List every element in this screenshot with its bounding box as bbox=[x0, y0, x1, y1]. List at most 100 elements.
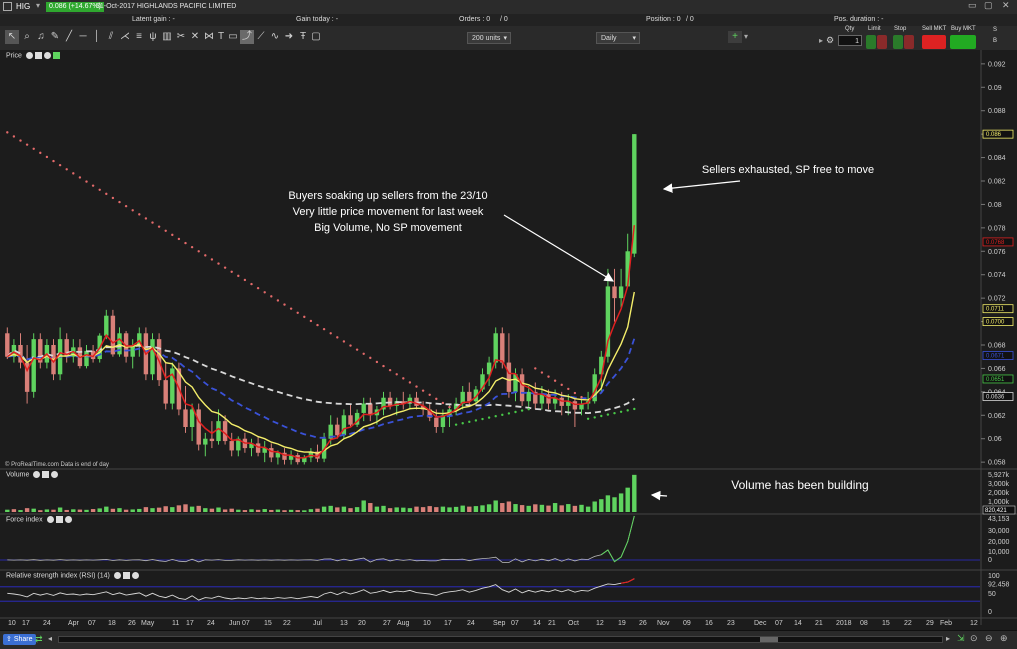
maximize-icon[interactable]: ▢ bbox=[984, 0, 993, 11]
vline-icon[interactable]: │ bbox=[90, 30, 104, 44]
symbol-icon[interactable] bbox=[3, 2, 12, 11]
limit-sell-button[interactable] bbox=[877, 35, 887, 49]
volume-badge-label: 820,421 bbox=[985, 508, 1007, 514]
pencil-icon[interactable]: ✎ bbox=[48, 30, 62, 44]
price-badge-label: 0.0711 bbox=[986, 307, 1005, 313]
chart-svg[interactable]: 0.092 0.09 0.088 0.086 0.084 0.082 0.08 0.078 0.… bbox=[0, 50, 1017, 630]
zoom-out-icon[interactable]: ⊖ bbox=[985, 633, 993, 644]
zoom-reset-icon[interactable]: ⊙ bbox=[970, 633, 978, 644]
units-select[interactable]: 200 units ▾ bbox=[467, 32, 511, 44]
panel-maximize-icon[interactable] bbox=[34, 52, 42, 59]
scroll-right-icon[interactable]: ▸ bbox=[946, 634, 950, 643]
sar-dot bbox=[619, 410, 623, 413]
channel-icon[interactable]: ⫽ bbox=[104, 30, 118, 44]
scrollbar-thumb[interactable] bbox=[760, 637, 778, 642]
wave-icon[interactable]: ∿ bbox=[268, 30, 282, 44]
rsi-tick-label: 50 bbox=[988, 591, 996, 598]
dropdown-icon[interactable]: ▾ bbox=[36, 1, 40, 10]
volume-bar bbox=[552, 503, 558, 512]
settings-icon[interactable] bbox=[25, 52, 33, 59]
volume-panel-label[interactable]: Volume bbox=[4, 471, 61, 479]
volume-bar bbox=[513, 504, 518, 512]
qty-label: Qty bbox=[845, 26, 855, 32]
side-s-toggle[interactable]: S bbox=[985, 27, 997, 33]
indicator-dropdown-icon[interactable]: ▾ bbox=[744, 32, 748, 41]
volume-bar bbox=[262, 509, 267, 512]
rsi-panel-label[interactable]: Relative strength index (RSI) (14) bbox=[4, 572, 141, 580]
buy-market-button[interactable] bbox=[950, 35, 976, 49]
sar-dot bbox=[600, 414, 603, 418]
zoom-icon[interactable]: ⌕ bbox=[20, 30, 34, 44]
position-count[interactable]: / 0 bbox=[686, 16, 694, 23]
side-b-toggle[interactable]: B bbox=[985, 38, 997, 44]
panel-close-icon[interactable] bbox=[131, 572, 139, 579]
price-tick-label: 0.09 bbox=[988, 85, 1002, 92]
wrench-icon[interactable]: ⚙ bbox=[826, 35, 834, 46]
arrow-right-icon[interactable]: ➜ bbox=[282, 30, 296, 44]
fan-icon[interactable]: ⋌ bbox=[118, 30, 132, 44]
comment-icon[interactable]: ▢ bbox=[309, 30, 323, 44]
qty-input[interactable]: 1 bbox=[838, 35, 862, 46]
settings-icon[interactable] bbox=[113, 572, 121, 579]
symbol-label[interactable]: HIG bbox=[16, 2, 30, 11]
force-index-line bbox=[7, 515, 635, 563]
volume-bar bbox=[625, 487, 630, 512]
trendline-icon[interactable]: ╱ bbox=[62, 30, 76, 44]
scroll-left-icon[interactable]: ◂ bbox=[48, 634, 52, 643]
minimize-icon[interactable]: ▭ bbox=[968, 0, 977, 11]
sar-dot bbox=[428, 393, 431, 396]
add-indicator-small-icon[interactable] bbox=[52, 52, 60, 59]
pattern-icon[interactable]: ⤴ bbox=[240, 30, 254, 44]
close-icon[interactable]: ✕ bbox=[1002, 0, 1010, 11]
cursor-icon[interactable]: ↖ bbox=[5, 30, 19, 44]
arrow-line-icon[interactable]: ⟋ bbox=[254, 30, 268, 44]
panel-close-icon[interactable] bbox=[43, 52, 51, 59]
volume-bar bbox=[526, 505, 531, 512]
buyers-annotation-line-3: Big Volume, No SP movement bbox=[314, 222, 462, 234]
hline-icon[interactable]: ─ bbox=[76, 30, 90, 44]
cross-icon[interactable]: ✕ bbox=[188, 30, 202, 44]
tools-icon[interactable]: ✂ bbox=[174, 30, 188, 44]
sync-icon[interactable]: ⇄ bbox=[35, 634, 43, 645]
bell-icon[interactable]: ♫ bbox=[34, 30, 48, 44]
rectangle-icon[interactable]: ▭ bbox=[226, 30, 240, 44]
chart-area[interactable]: 0.092 0.09 0.088 0.086 0.084 0.082 0.08 0.078 0.… bbox=[0, 50, 1017, 630]
credit-label: © ProRealTime.com Data is end of day bbox=[3, 462, 111, 468]
pitchfork-icon[interactable]: ψ bbox=[146, 30, 160, 44]
panel-close-icon[interactable] bbox=[64, 516, 72, 523]
settings-icon[interactable] bbox=[46, 516, 54, 523]
stop-buy-button[interactable] bbox=[893, 35, 903, 49]
volume-bar bbox=[354, 507, 360, 512]
settings-icon[interactable] bbox=[33, 471, 41, 478]
panel-maximize-icon[interactable] bbox=[122, 572, 130, 579]
trade-menu-icon[interactable]: ▸ bbox=[819, 36, 823, 45]
panel-maximize-icon[interactable] bbox=[42, 471, 50, 478]
volume-bar bbox=[585, 506, 591, 512]
sar-dot bbox=[85, 180, 88, 183]
sar-dot bbox=[606, 413, 610, 416]
period-select[interactable]: Daily ▾ bbox=[596, 32, 640, 44]
date-tick-label: 21 bbox=[548, 620, 556, 627]
panel-close-icon[interactable] bbox=[51, 471, 59, 478]
volume-bar bbox=[414, 506, 419, 512]
volume-bar bbox=[381, 505, 386, 512]
sar-dot bbox=[91, 184, 95, 187]
text-box-icon[interactable]: Ŧ bbox=[296, 30, 310, 44]
date-tick-label: 26 bbox=[639, 620, 647, 627]
add-indicator-icon[interactable]: + bbox=[728, 31, 742, 43]
date-tick-label: 09 bbox=[683, 620, 691, 627]
candle-body bbox=[546, 394, 551, 404]
fibonacci-icon[interactable]: ≡ bbox=[132, 30, 146, 44]
share-button[interactable]: ⇪ Share bbox=[3, 634, 36, 645]
limit-buy-button[interactable] bbox=[866, 35, 876, 49]
orders-count[interactable]: / 0 bbox=[500, 16, 508, 23]
stop-sell-button[interactable] bbox=[904, 35, 914, 49]
zoom-in-icon[interactable]: ⊕ bbox=[1000, 633, 1008, 644]
sell-market-button[interactable] bbox=[922, 35, 946, 49]
fit-icon[interactable]: ⇲ bbox=[957, 633, 965, 644]
horizontal-scrollbar[interactable] bbox=[58, 636, 943, 643]
force-panel-label[interactable]: Force index bbox=[4, 516, 74, 524]
panel-maximize-icon[interactable] bbox=[55, 516, 63, 523]
price-panel-label[interactable]: Price bbox=[4, 52, 62, 60]
trash-icon[interactable]: ▥ bbox=[160, 30, 174, 44]
